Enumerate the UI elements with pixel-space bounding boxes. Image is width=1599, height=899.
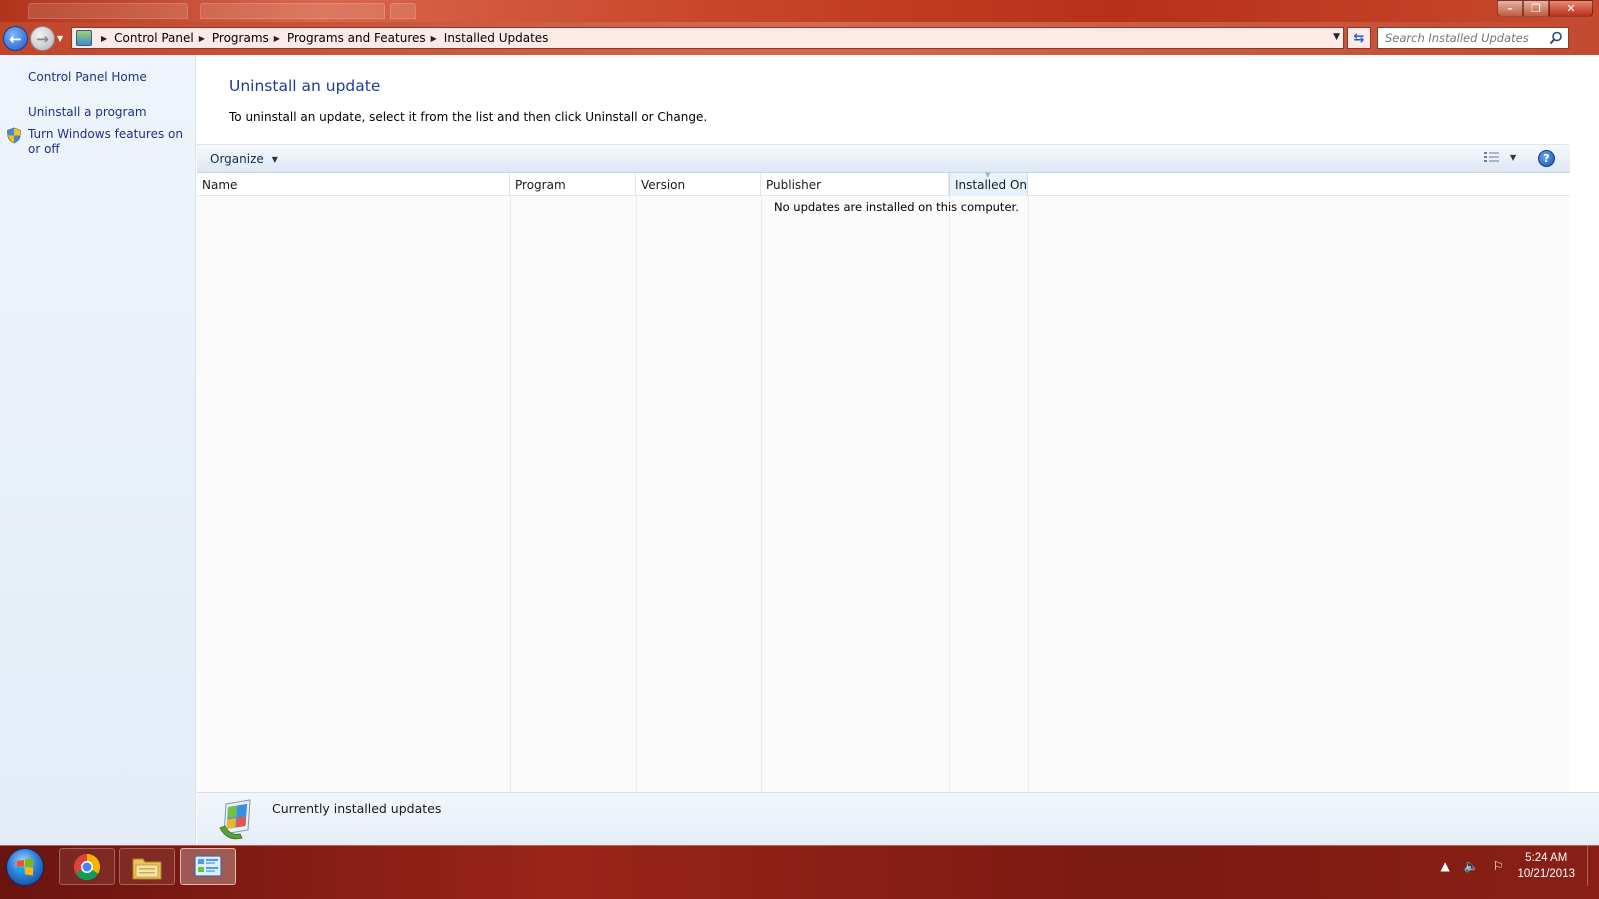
column-header-publisher[interactable]: Publisher bbox=[761, 173, 949, 196]
control-panel-icon bbox=[194, 854, 222, 877]
restore-button[interactable]: ❐ bbox=[1523, 0, 1549, 17]
column-divider bbox=[510, 196, 511, 792]
window-controls: – ❐ ✕ bbox=[1497, 0, 1593, 18]
system-clock[interactable]: 5:24 AM 10/21/2013 bbox=[1517, 850, 1575, 882]
breadcrumb-installed-updates[interactable]: Installed Updates bbox=[444, 31, 549, 45]
chrome-taskbar-button[interactable] bbox=[59, 848, 115, 885]
control-panel-icon bbox=[76, 30, 92, 46]
chevron-right-icon[interactable]: ▶ bbox=[199, 34, 205, 43]
updates-list[interactable]: Name Program Version Publisher ▼ Install… bbox=[197, 171, 1570, 792]
page-description: To uninstall an update, select it from t… bbox=[229, 110, 708, 124]
start-button[interactable] bbox=[6, 848, 44, 886]
main-content: Uninstall an update To uninstall an upda… bbox=[197, 55, 1599, 845]
chevron-right-icon[interactable]: ▶ bbox=[431, 34, 437, 43]
change-view-button[interactable]: ▼ bbox=[1484, 151, 1516, 163]
breadcrumb-programs-and-features[interactable]: Programs and Features bbox=[287, 31, 426, 45]
help-button[interactable]: ? bbox=[1538, 150, 1555, 167]
minimize-button[interactable]: – bbox=[1497, 0, 1523, 17]
taskbar: ▲ 🔈 ⚐ 5:24 AM 10/21/2013 bbox=[0, 845, 1599, 899]
column-header-program[interactable]: Program bbox=[510, 173, 636, 196]
organize-label: Organize bbox=[210, 152, 264, 166]
list-column-headers: Name Program Version Publisher ▼ Install… bbox=[197, 171, 1570, 196]
uninstall-program-link[interactable]: Uninstall a program bbox=[28, 105, 147, 120]
column-divider bbox=[1028, 196, 1029, 792]
forward-arrow-icon: → bbox=[36, 29, 49, 48]
clock-time: 5:24 AM bbox=[1525, 852, 1568, 864]
close-button[interactable]: ✕ bbox=[1549, 0, 1593, 17]
background-tab bbox=[390, 3, 416, 19]
command-bar: Organize ▼ ▼ ? bbox=[197, 144, 1570, 173]
refresh-icon: ⇆ bbox=[1353, 30, 1365, 46]
breadcrumb-programs[interactable]: Programs bbox=[212, 31, 269, 45]
windows-features-link[interactable]: Turn Windows features on or off bbox=[28, 127, 188, 157]
views-icon bbox=[1484, 152, 1499, 162]
back-arrow-icon: ← bbox=[9, 29, 22, 48]
chevron-down-icon[interactable]: ▼ bbox=[1510, 153, 1516, 162]
column-divider bbox=[949, 196, 950, 792]
forward-button[interactable]: → bbox=[30, 26, 55, 51]
chrome-icon bbox=[73, 853, 101, 880]
windows-logo-icon bbox=[17, 858, 33, 876]
column-header-version[interactable]: Version bbox=[636, 173, 761, 196]
background-tab bbox=[200, 3, 385, 19]
chevron-down-icon: ▼ bbox=[271, 154, 278, 164]
list-right-margin bbox=[1570, 144, 1599, 792]
control-panel-home-link[interactable]: Control Panel Home bbox=[28, 70, 147, 85]
column-header-label: Version bbox=[641, 177, 686, 192]
refresh-button[interactable]: ⇆ bbox=[1347, 27, 1371, 49]
installed-updates-icon bbox=[219, 799, 251, 840]
action-center-icon[interactable]: ⚐ bbox=[1493, 859, 1504, 873]
chevron-right-icon[interactable]: ▶ bbox=[274, 34, 280, 43]
chevron-right-icon[interactable]: ▶ bbox=[101, 34, 107, 43]
explorer-icon bbox=[132, 858, 162, 879]
column-divider bbox=[761, 196, 762, 792]
address-bar[interactable]: ▶ Control Panel ▶ Programs ▶ Programs an… bbox=[71, 27, 1344, 49]
address-history-dropdown[interactable]: ▼ bbox=[1333, 32, 1340, 42]
window-title-bar: – ❐ ✕ bbox=[0, 0, 1599, 22]
navigation-bar: ← → ▼ ▶ Control Panel ▶ Programs ▶ Progr… bbox=[0, 22, 1599, 55]
column-header-label: Name bbox=[202, 177, 238, 192]
uac-shield-icon bbox=[7, 127, 21, 144]
control-panel-taskbar-button[interactable] bbox=[180, 848, 236, 885]
recent-pages-dropdown[interactable]: ▼ bbox=[57, 34, 63, 43]
search-icon[interactable] bbox=[1549, 31, 1563, 45]
column-divider bbox=[636, 196, 637, 792]
sort-descending-icon: ▼ bbox=[985, 171, 991, 179]
details-text: Currently installed updates bbox=[272, 801, 442, 816]
page-title: Uninstall an update bbox=[229, 77, 381, 95]
clock-date: 10/21/2013 bbox=[1517, 868, 1575, 880]
search-input[interactable] bbox=[1385, 31, 1545, 45]
breadcrumb-control-panel[interactable]: Control Panel bbox=[114, 31, 194, 45]
column-header-label: Publisher bbox=[766, 177, 822, 192]
column-header-name[interactable]: Name bbox=[197, 173, 510, 196]
details-pane: Currently installed updates bbox=[197, 792, 1599, 845]
show-desktop-button[interactable] bbox=[1587, 846, 1599, 886]
column-header-label: Program bbox=[515, 177, 566, 192]
show-hidden-icons-button[interactable]: ▲ bbox=[1440, 859, 1449, 873]
organize-button[interactable]: Organize ▼ bbox=[210, 152, 278, 166]
search-box[interactable] bbox=[1377, 27, 1569, 49]
back-button[interactable]: ← bbox=[3, 26, 28, 51]
explorer-taskbar-button[interactable] bbox=[119, 848, 175, 885]
volume-icon[interactable]: 🔈 bbox=[1464, 859, 1479, 873]
background-tab bbox=[28, 3, 188, 19]
empty-list-message: No updates are installed on this compute… bbox=[774, 200, 1019, 214]
task-pane: Control Panel Home Uninstall a program T… bbox=[0, 55, 196, 845]
column-header-installed-on[interactable]: ▼ Installed On bbox=[949, 171, 1028, 196]
column-header-label: Installed On bbox=[955, 177, 1027, 192]
notification-area: ▲ 🔈 ⚐ 5:24 AM 10/21/2013 bbox=[1440, 846, 1599, 886]
